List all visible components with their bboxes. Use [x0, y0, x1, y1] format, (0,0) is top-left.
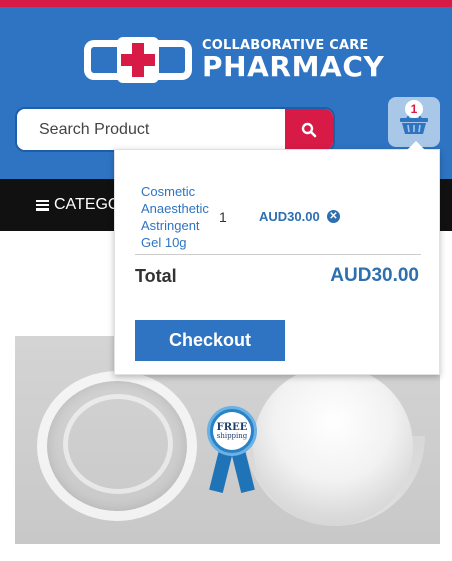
top-accent-stripe: [0, 0, 452, 7]
dropdown-arrow: [407, 141, 425, 150]
categories-menu-button[interactable]: CATEGO: [36, 179, 120, 231]
logo-wordmark: PHARMACY: [202, 50, 385, 83]
cart-item-price: AUD30.00: [259, 209, 320, 224]
cart-dropdown: Cosmetic Anaesthetic Astringent Gel 10g …: [114, 141, 440, 375]
logo-text: COLLABORATIVE CARE PHARMACY: [202, 39, 384, 81]
search-input[interactable]: [17, 109, 285, 150]
jar-gel-graphic: [253, 366, 413, 526]
cart-count-badge: 1: [405, 100, 423, 118]
cart-item-quantity: 1: [219, 209, 227, 225]
search-button[interactable]: [285, 109, 333, 150]
cart-total-value: AUD30.00: [330, 265, 419, 286]
jar-lid-rim-graphic: [63, 394, 173, 494]
medal-icon: FREE shipping: [207, 406, 257, 456]
logo-cross-icon: [84, 37, 192, 83]
remove-item-icon[interactable]: ✕: [327, 210, 340, 223]
hamburger-menu-icon: [36, 199, 49, 211]
checkout-button[interactable]: Checkout: [135, 320, 285, 361]
shipping-text: shipping: [216, 431, 248, 440]
free-text: FREE: [216, 421, 248, 433]
categories-label: CATEGO: [54, 196, 121, 213]
cart-total-label: Total: [135, 266, 177, 286]
cart-button[interactable]: 1: [388, 97, 440, 147]
search-bar: [15, 107, 335, 152]
search-icon: [301, 122, 317, 137]
pharmacy-logo[interactable]: COLLABORATIVE CARE PHARMACY: [84, 37, 384, 83]
free-shipping-badge: FREE shipping: [205, 406, 261, 496]
page: COLLABORATIVE CARE PHARMACY 1: [0, 0, 452, 561]
cart-item: Cosmetic Anaesthetic Astringent Gel 10g …: [141, 183, 421, 253]
cart-divider: [135, 254, 421, 255]
cart-item-name[interactable]: Cosmetic Anaesthetic Astringent Gel 10g: [141, 183, 217, 251]
